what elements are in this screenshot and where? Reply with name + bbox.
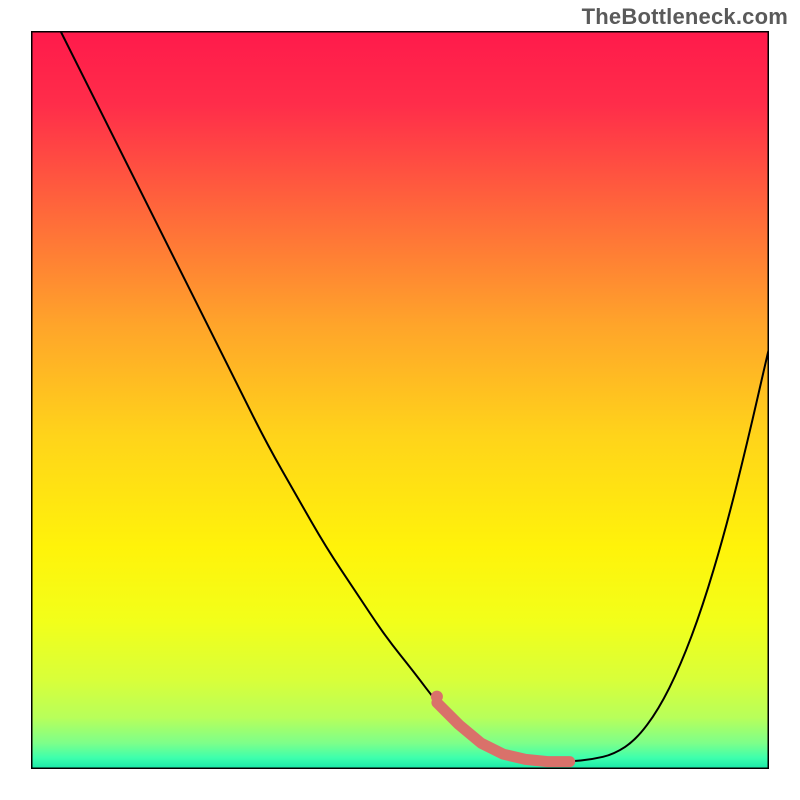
chart-svg xyxy=(31,31,769,769)
chart-stage: TheBottleneck.com xyxy=(0,0,800,800)
optimal-range-start-dot xyxy=(431,691,443,703)
chart-plot-area xyxy=(31,31,769,769)
site-watermark: TheBottleneck.com xyxy=(582,4,788,30)
gradient-background xyxy=(31,31,769,769)
